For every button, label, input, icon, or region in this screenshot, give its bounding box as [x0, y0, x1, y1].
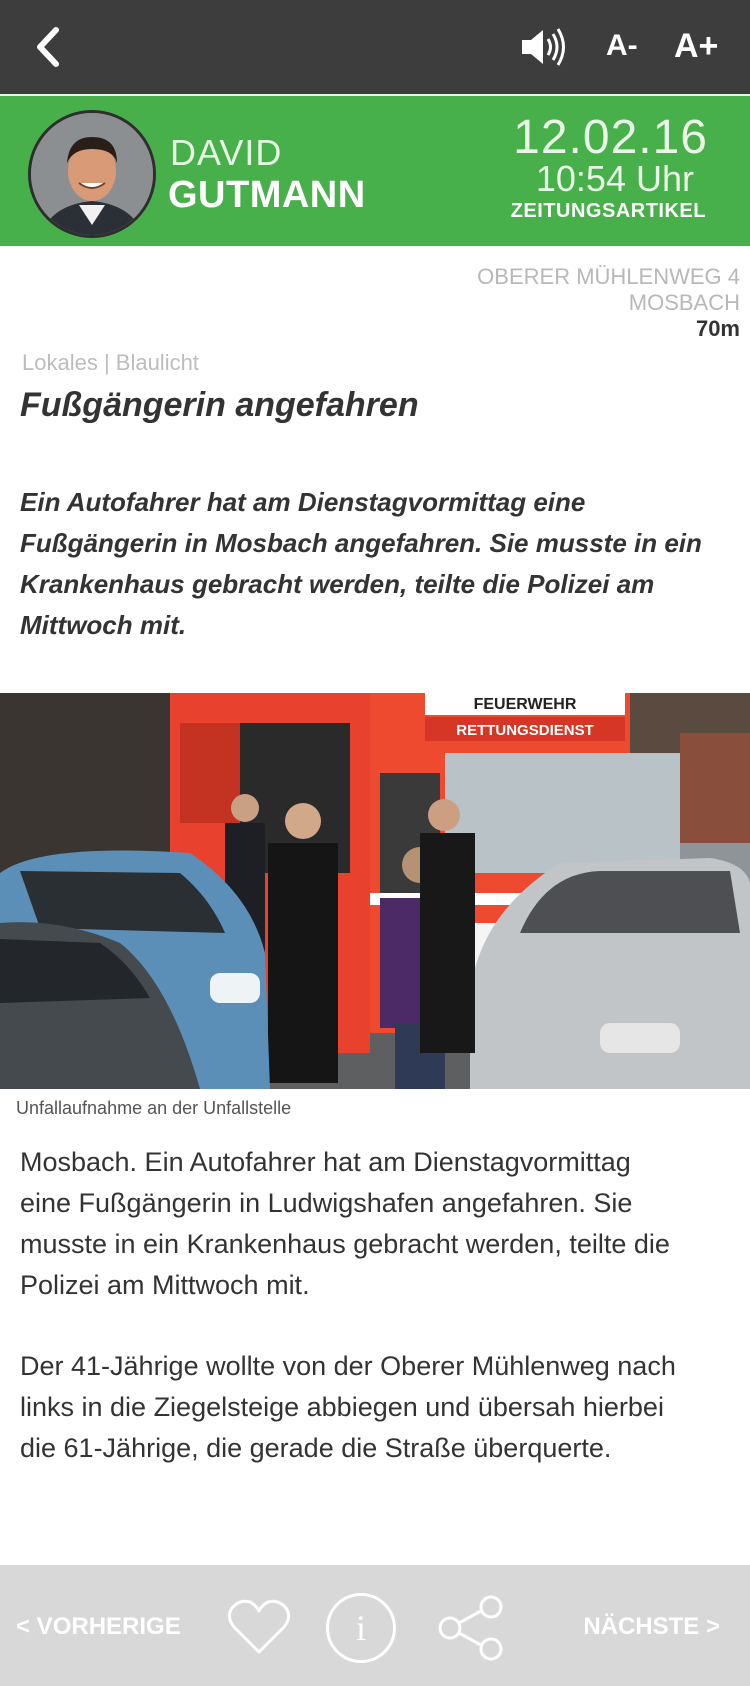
next-button[interactable]: NÄCHSTE >: [583, 1613, 720, 1641]
font-increase-button[interactable]: A+: [674, 22, 718, 70]
bottom-bar: < VORHERIGE i NÄCHSTE >: [0, 1565, 750, 1686]
author-photo: [31, 113, 153, 235]
location-distance: 70m: [695, 316, 740, 341]
text-line: eine Fußgängerin in Ludwigshafen angefah…: [20, 1188, 633, 1218]
text-line: die 61-Jährige, die gerade die Straße üb…: [20, 1433, 612, 1463]
article-type: ZEITUNGSARTIKEL: [510, 200, 706, 222]
location-city: MOSBACH: [628, 290, 740, 315]
font-decrease-button[interactable]: A-: [606, 22, 638, 70]
article-photo[interactable]: FEUERWEHR RETTUNGSDIENST: [0, 693, 750, 1089]
lead-line: Krankenhaus gebracht werden, teilte die …: [20, 569, 655, 599]
photo-caption: Unfallaufnahme an der Unfallstelle: [16, 1098, 292, 1118]
lead-line: Fußgängerin in Mosbach angefahren. Sie m…: [20, 528, 702, 558]
text-line: Polizei am Mittwoch mit.: [20, 1270, 310, 1300]
text-line: links in die Ziegelsteige abbiegen und ü…: [20, 1392, 664, 1422]
avatar[interactable]: [28, 110, 156, 238]
text-line: Der 41-Jährige wollte von der Oberer Müh…: [20, 1351, 676, 1381]
previous-button[interactable]: < VORHERIGE: [16, 1613, 181, 1641]
top-bar: A- A+: [0, 0, 750, 94]
info-button[interactable]: i: [326, 1593, 396, 1663]
chevron-left-icon: [37, 27, 59, 67]
accident-scene-image: FEUERWEHR RETTUNGSDIENST: [0, 693, 750, 1089]
lead-line: Mittwoch mit.: [20, 610, 187, 640]
article-paragraph-2: Der 41-Jährige wollte von der Oberer Müh…: [20, 1346, 740, 1469]
text-line: Mosbach. Ein Autofahrer hat am Dienstagv…: [20, 1147, 631, 1177]
article-headline: Fußgängerin angefahren: [20, 386, 419, 424]
ambulance-sign-top: FEUERWEHR: [474, 696, 577, 713]
author-header: DAVID GUTMANN 12.02.16 10:54 Uhr ZEITUNG…: [0, 94, 750, 246]
text-line: musste in ein Krankenhaus gebracht werde…: [20, 1229, 670, 1259]
lead-line: Ein Autofahrer hat am Dienstagvormittag …: [20, 487, 586, 517]
article-paragraph-1: Mosbach. Ein Autofahrer hat am Dienstagv…: [20, 1142, 740, 1306]
ambulance-sign-bottom: RETTUNGSDIENST: [456, 722, 594, 739]
author-first-name: DAVID: [170, 132, 283, 173]
share-button[interactable]: [436, 1595, 506, 1661]
heart-icon: [227, 1599, 291, 1654]
location-street: OBERER MÜHLENWEG 4: [477, 264, 740, 289]
speaker-button[interactable]: [518, 24, 568, 70]
speaker-icon: [522, 28, 565, 66]
article-lead: Ein Autofahrer hat am Dienstagvormittag …: [20, 482, 720, 646]
back-button[interactable]: [30, 22, 70, 72]
article-date: 12.02.16: [513, 111, 708, 164]
favorite-button[interactable]: [226, 1597, 292, 1657]
author-last-name: GUTMANN: [168, 174, 366, 216]
article-category: Lokales | Blaulicht: [22, 350, 199, 375]
article-time: 10:54 Uhr: [535, 158, 694, 199]
share-icon: [438, 1595, 503, 1661]
